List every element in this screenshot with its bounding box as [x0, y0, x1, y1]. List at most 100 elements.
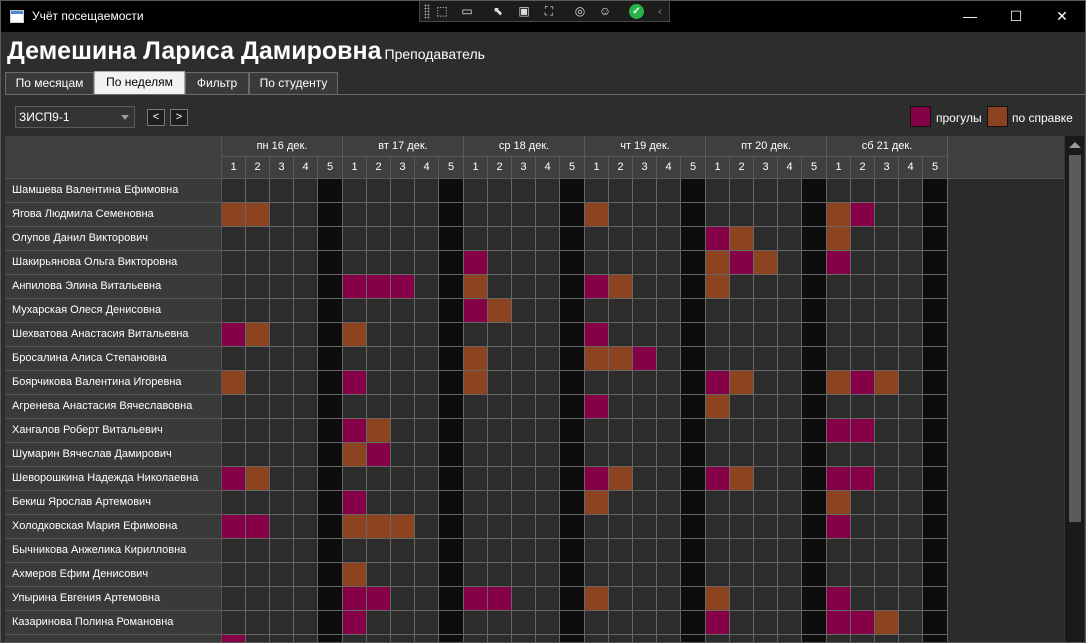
attendance-cell[interactable] [512, 251, 536, 275]
attendance-cell[interactable] [851, 347, 875, 371]
attendance-cell[interactable] [560, 179, 585, 203]
attendance-cell[interactable] [633, 419, 657, 443]
attendance-cell[interactable] [294, 275, 318, 299]
attendance-cell[interactable] [730, 371, 754, 395]
attendance-cell[interactable] [512, 467, 536, 491]
attendance-cell[interactable] [512, 491, 536, 515]
attendance-cell[interactable] [270, 611, 294, 635]
attendance-cell[interactable] [802, 347, 827, 371]
attendance-cell[interactable] [609, 563, 633, 587]
attendance-cell[interactable] [222, 395, 246, 419]
attendance-cell[interactable] [899, 419, 923, 443]
attendance-cell[interactable] [246, 347, 270, 371]
attendance-cell[interactable] [536, 515, 560, 539]
attendance-cell[interactable] [706, 299, 730, 323]
attendance-cell[interactable] [778, 395, 802, 419]
attendance-cell[interactable] [512, 371, 536, 395]
attendance-cell[interactable] [439, 515, 464, 539]
attendance-cell[interactable] [536, 419, 560, 443]
attendance-cell[interactable] [730, 563, 754, 587]
attendance-cell[interactable] [802, 203, 827, 227]
attendance-cell[interactable] [923, 563, 948, 587]
attendance-cell[interactable] [851, 395, 875, 419]
attendance-cell[interactable] [560, 491, 585, 515]
attendance-cell[interactable] [754, 203, 778, 227]
collapse-icon[interactable]: ‹ [652, 4, 668, 19]
attendance-cell[interactable] [730, 467, 754, 491]
attendance-cell[interactable] [851, 203, 875, 227]
attendance-cell[interactable] [536, 491, 560, 515]
attendance-cell[interactable] [294, 515, 318, 539]
attendance-cell[interactable] [706, 419, 730, 443]
attendance-cell[interactable] [512, 563, 536, 587]
attendance-cell[interactable] [609, 347, 633, 371]
attendance-cell[interactable] [899, 539, 923, 563]
attendance-cell[interactable] [681, 227, 706, 251]
attendance-cell[interactable] [367, 563, 391, 587]
toolbar-grip-icon[interactable] [424, 4, 430, 19]
attendance-cell[interactable] [778, 347, 802, 371]
attendance-cell[interactable] [415, 347, 439, 371]
attendance-cell[interactable] [439, 371, 464, 395]
attendance-cell[interactable] [899, 467, 923, 491]
attendance-cell[interactable] [439, 611, 464, 635]
attendance-cell[interactable] [464, 299, 488, 323]
attendance-cell[interactable] [706, 539, 730, 563]
attendance-cell[interactable] [923, 227, 948, 251]
attendance-cell[interactable] [246, 539, 270, 563]
attendance-cell[interactable] [512, 611, 536, 635]
attendance-cell[interactable] [439, 299, 464, 323]
attendance-cell[interactable] [706, 227, 730, 251]
attendance-cell[interactable] [294, 419, 318, 443]
attendance-cell[interactable] [367, 443, 391, 467]
attendance-cell[interactable] [875, 395, 899, 419]
attendance-cell[interactable] [367, 515, 391, 539]
attendance-cell[interactable] [778, 611, 802, 635]
attendance-cell[interactable] [899, 203, 923, 227]
attendance-cell[interactable] [415, 563, 439, 587]
attendance-cell[interactable] [730, 539, 754, 563]
attendance-cell[interactable] [827, 611, 851, 635]
attendance-cell[interactable] [536, 395, 560, 419]
attendance-cell[interactable] [270, 347, 294, 371]
attendance-cell[interactable] [222, 371, 246, 395]
attendance-cell[interactable] [464, 515, 488, 539]
attendance-cell[interactable] [827, 227, 851, 251]
attendance-cell[interactable] [391, 539, 415, 563]
attendance-cell[interactable] [633, 515, 657, 539]
attendance-cell[interactable] [246, 227, 270, 251]
attendance-cell[interactable] [343, 587, 367, 611]
attendance-cell[interactable] [318, 419, 343, 443]
attendance-cell[interactable] [609, 587, 633, 611]
attendance-cell[interactable] [657, 611, 681, 635]
attendance-cell[interactable] [318, 611, 343, 635]
attendance-cell[interactable] [488, 179, 512, 203]
attendance-cell[interactable] [875, 539, 899, 563]
attendance-cell[interactable] [536, 323, 560, 347]
attendance-cell[interactable] [367, 419, 391, 443]
attendance-cell[interactable] [270, 323, 294, 347]
attendance-cell[interactable] [899, 443, 923, 467]
attendance-cell[interactable] [851, 563, 875, 587]
attendance-cell[interactable] [899, 299, 923, 323]
attendance-cell[interactable] [633, 587, 657, 611]
attendance-cell[interactable] [657, 179, 681, 203]
attendance-cell[interactable] [609, 275, 633, 299]
attendance-cell[interactable] [851, 299, 875, 323]
attendance-cell[interactable] [222, 635, 246, 642]
attendance-cell[interactable] [875, 563, 899, 587]
attendance-cell[interactable] [609, 179, 633, 203]
attendance-cell[interactable] [488, 443, 512, 467]
attendance-cell[interactable] [560, 419, 585, 443]
attendance-cell[interactable] [270, 539, 294, 563]
attendance-cell[interactable] [899, 563, 923, 587]
attendance-cell[interactable] [415, 539, 439, 563]
attendance-cell[interactable] [899, 587, 923, 611]
attendance-cell[interactable] [464, 251, 488, 275]
attendance-cell[interactable] [754, 443, 778, 467]
attendance-cell[interactable] [270, 395, 294, 419]
attendance-cell[interactable] [439, 443, 464, 467]
attendance-cell[interactable] [778, 491, 802, 515]
attendance-cell[interactable] [415, 611, 439, 635]
attendance-cell[interactable] [730, 347, 754, 371]
